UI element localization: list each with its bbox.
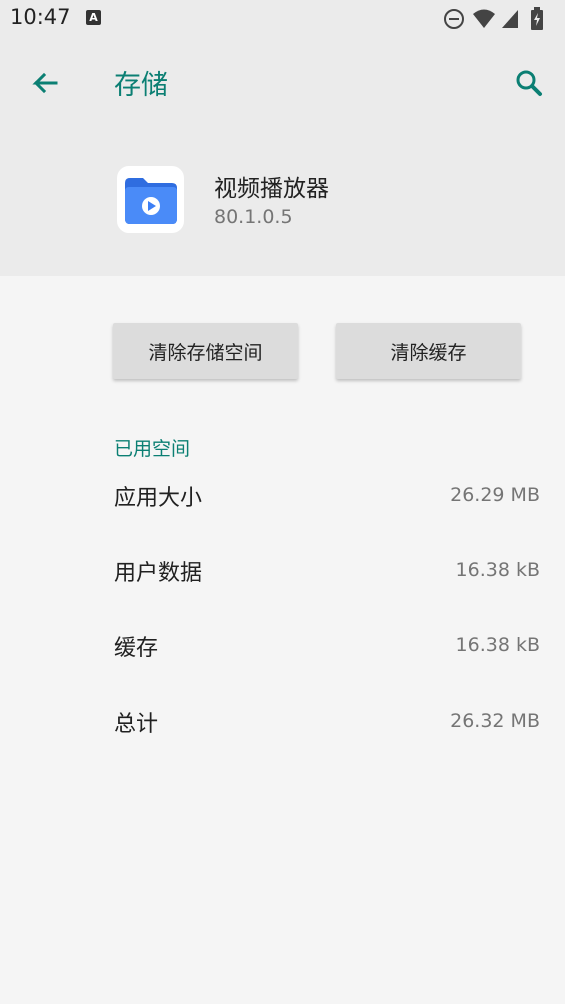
arrow-back-icon	[32, 72, 58, 94]
storage-row-user-data: 用户数据 16.38 kB	[114, 549, 540, 589]
do-not-disturb-icon	[444, 9, 464, 29]
search-icon	[516, 70, 542, 96]
row-value: 26.32 MB	[450, 710, 540, 732]
wifi-icon	[473, 9, 495, 28]
row-value: 16.38 kB	[455, 634, 540, 656]
row-label: 用户数据	[114, 561, 203, 586]
clear-cache-button[interactable]: 清除缓存	[336, 323, 521, 379]
row-label: 总计	[114, 712, 159, 737]
status-time: 10:47	[10, 5, 71, 29]
storage-row-cache: 缓存 16.38 kB	[114, 624, 540, 664]
page-title: 存储	[114, 70, 168, 101]
battery-icon	[531, 7, 543, 30]
clear-storage-button[interactable]: 清除存储空间	[113, 323, 298, 379]
status-bar: 10:47 A	[0, 0, 565, 38]
app-name: 视频播放器	[214, 176, 329, 202]
section-header-used-space: 已用空间	[114, 438, 191, 460]
signal-icon	[502, 10, 518, 28]
row-value: 26.29 MB	[450, 484, 540, 506]
row-value: 16.38 kB	[455, 559, 540, 581]
row-label: 应用大小	[114, 486, 203, 511]
app-version: 80.1.0.5	[214, 206, 293, 228]
video-folder-icon	[125, 178, 177, 224]
app-icon	[117, 166, 184, 233]
row-label: 缓存	[114, 636, 159, 661]
storage-row-total: 总计 26.32 MB	[114, 700, 540, 740]
app-bar: 存储 视频播放器 80.1.0.5	[0, 38, 565, 276]
storage-row-app-size: 应用大小 26.29 MB	[114, 474, 540, 514]
back-button[interactable]	[22, 62, 66, 106]
search-button[interactable]	[507, 62, 551, 106]
a-icon: A	[86, 10, 101, 25]
